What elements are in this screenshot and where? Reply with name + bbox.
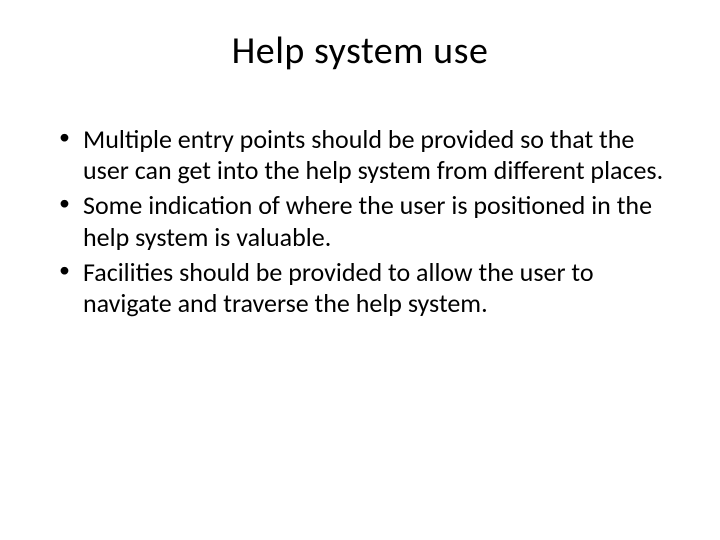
slide-content: Multiple entry points should be provided… xyxy=(40,124,680,319)
list-item: Facilities should be provided to allow t… xyxy=(55,257,670,319)
list-item: Multiple entry points should be provided… xyxy=(55,124,670,186)
slide-title: Help system use xyxy=(40,28,680,74)
bullet-list: Multiple entry points should be provided… xyxy=(55,124,670,319)
list-item: Some indication of where the user is pos… xyxy=(55,190,670,252)
slide-container: Help system use Multiple entry points sh… xyxy=(0,0,720,540)
